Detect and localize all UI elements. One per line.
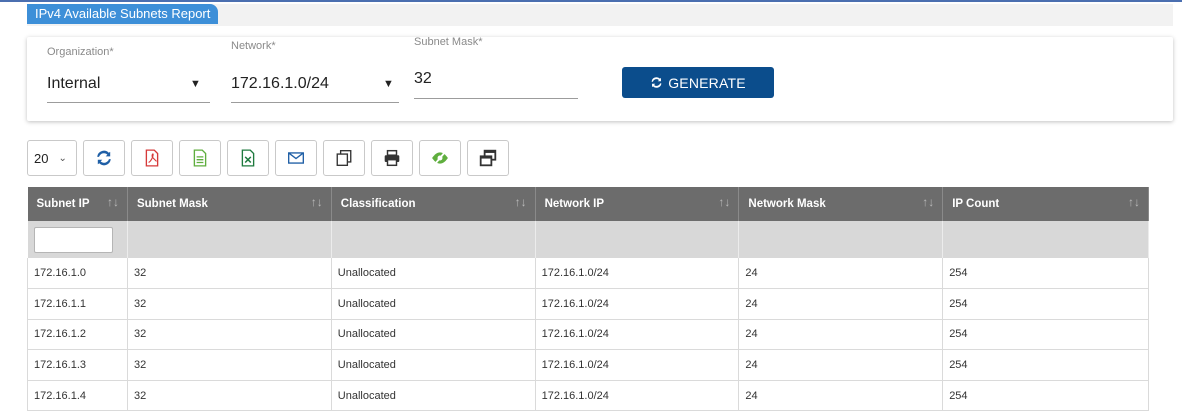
filter-cell-subnet-ip (27, 221, 128, 258)
sort-icon[interactable]: ↑↓ (1128, 195, 1140, 209)
table-header-row: Subnet IP ↑↓ Subnet Mask ↑↓ Classification… (27, 187, 1149, 221)
table-cell: 32 (127, 349, 332, 381)
table-cell: Unallocated (331, 349, 536, 381)
table-cell: 172.16.1.0/24 (535, 319, 740, 351)
organization-label: Organization* (47, 46, 114, 58)
table-cell: Unallocated (331, 288, 536, 320)
export-csv-button[interactable] (179, 140, 221, 176)
refresh-button[interactable] (83, 140, 125, 176)
generate-label: GENERATE (668, 74, 746, 91)
table-cell: Unallocated (331, 319, 536, 351)
table-cell: 254 (942, 288, 1149, 320)
filter-cell (127, 221, 332, 258)
organization-select[interactable]: Internal (47, 75, 100, 93)
column-header-subnet-ip[interactable]: Subnet IP ↑↓ (27, 187, 128, 221)
table-row[interactable]: 172.16.1.3 32 Unallocated 172.16.1.0/24 24 25… (27, 349, 1149, 381)
network-label: Network* (231, 40, 276, 52)
filter-cell (535, 221, 740, 258)
refresh-icon (651, 77, 662, 88)
sort-icon[interactable]: ↑↓ (515, 195, 527, 209)
table-cell: 172.16.1.4 (27, 380, 128, 412)
network-underline (231, 102, 399, 103)
column-header-network-mask[interactable]: Network Mask ↑↓ (738, 187, 944, 221)
subnet-ip-filter-input[interactable] (33, 226, 113, 253)
table-cell: 172.16.1.0/24 (535, 288, 740, 320)
table-cell: 254 (942, 258, 1149, 290)
column-visibility-button[interactable] (419, 140, 461, 176)
refresh-icon (97, 150, 111, 166)
network-dropdown-icon[interactable]: ▼ (383, 78, 394, 90)
filter-cell (942, 221, 1149, 258)
table-cell: 172.16.1.3 (27, 349, 128, 381)
subnet-mask-input[interactable]: 32 (414, 70, 432, 88)
table-cell: 32 (127, 288, 332, 320)
pdf-icon (145, 149, 159, 167)
table-cell: 24 (738, 258, 944, 290)
filter-cell (738, 221, 944, 258)
sort-icon[interactable]: ↑↓ (311, 195, 323, 209)
table-row[interactable]: 172.16.1.0 32 Unallocated 172.16.1.0/24 24 25… (27, 258, 1149, 290)
sort-icon[interactable]: ↑↓ (718, 195, 730, 209)
table-cell: Unallocated (331, 380, 536, 412)
table-cell: 24 (738, 288, 944, 320)
email-button[interactable] (275, 140, 317, 176)
export-pdf-button[interactable] (131, 140, 173, 176)
subnet-mask-underline (414, 98, 578, 99)
report-form: Organization* Internal ▼ Network* 172.16… (27, 36, 1173, 121)
network-select[interactable]: 172.16.1.0/24 (231, 75, 329, 93)
table-cell: 172.16.1.2 (27, 319, 128, 351)
table-cell: 172.16.1.1 (27, 288, 128, 320)
column-visibility-icon (432, 150, 448, 166)
page-size-select[interactable]: 20 ⌄ (27, 140, 77, 176)
table-cell: 24 (738, 349, 944, 381)
excel-icon (241, 149, 255, 167)
restore-columns-button[interactable] (467, 140, 509, 176)
table-cell: 254 (942, 349, 1149, 381)
table-toolbar: 20 ⌄ (27, 140, 509, 176)
print-icon (384, 149, 400, 167)
table-cell: 254 (942, 319, 1149, 351)
csv-icon (193, 149, 207, 167)
column-header-network-ip[interactable]: Network IP ↑↓ (535, 187, 740, 221)
column-header-ip-count[interactable]: IP Count ↑↓ (942, 187, 1149, 221)
organization-underline (47, 102, 210, 103)
organization-dropdown-icon[interactable]: ▼ (190, 78, 201, 90)
copy-button[interactable] (323, 140, 365, 176)
subnets-table: Subnet IP ↑↓ Subnet Mask ↑↓ Classification… (27, 187, 1149, 412)
print-button[interactable] (371, 140, 413, 176)
table-cell: 32 (127, 319, 332, 351)
table-row[interactable]: 172.16.1.2 32 Unallocated 172.16.1.0/24 24 25… (27, 319, 1149, 351)
table-row[interactable]: 172.16.1.1 32 Unallocated 172.16.1.0/24 24 25… (27, 288, 1149, 320)
export-excel-button[interactable] (227, 140, 269, 176)
column-header-subnet-mask[interactable]: Subnet Mask ↑↓ (127, 187, 332, 221)
table-cell: Unallocated (331, 258, 536, 290)
top-accent-bar (0, 0, 1182, 2)
table-cell: 32 (127, 380, 332, 412)
subnet-mask-label: Subnet Mask* (414, 36, 483, 48)
table-cell: 172.16.1.0/24 (535, 380, 740, 412)
page-size-value: 20 (34, 150, 49, 166)
chevron-down-icon: ⌄ (58, 152, 67, 164)
table-cell: 32 (127, 258, 332, 290)
column-header-classification[interactable]: Classification ↑↓ (331, 187, 536, 221)
filter-cell (331, 221, 536, 258)
copy-icon (336, 150, 352, 166)
filter-row (27, 221, 1149, 258)
table-cell: 172.16.1.0 (27, 258, 128, 290)
report-title: IPv4 Available Subnets Report (27, 4, 219, 24)
generate-button[interactable]: GENERATE (622, 67, 774, 98)
sort-icon[interactable]: ↑↓ (107, 195, 119, 209)
table-cell: 24 (738, 380, 944, 412)
email-icon (288, 152, 304, 164)
table-cell: 172.16.1.0/24 (535, 258, 740, 290)
table-cell: 254 (942, 380, 1149, 412)
table-cell: 172.16.1.0/24 (535, 349, 740, 381)
sort-icon[interactable]: ↑↓ (922, 195, 934, 209)
restore-columns-icon (479, 149, 497, 167)
table-cell: 24 (738, 319, 944, 351)
table-row[interactable]: 172.16.1.4 32 Unallocated 172.16.1.0/24 24 25… (27, 380, 1149, 412)
